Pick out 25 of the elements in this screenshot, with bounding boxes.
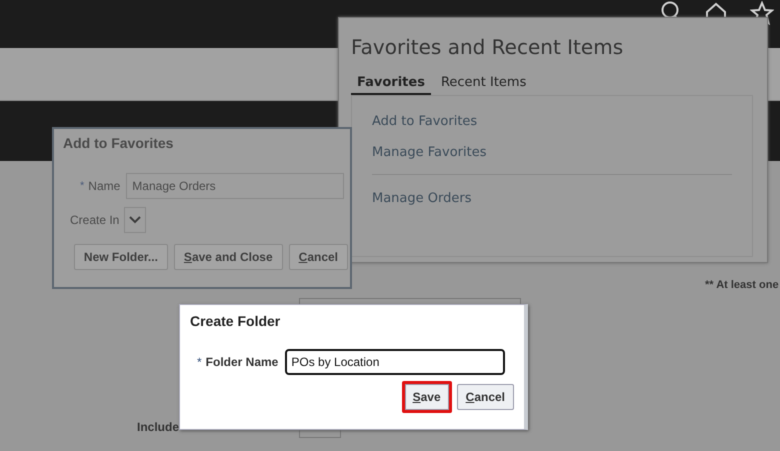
note-text: ** At least one [705, 279, 779, 291]
favorite-link[interactable]: Add to Favorites [372, 114, 732, 129]
tab[interactable]: Favorites [351, 75, 431, 95]
folder-name-field[interactable]: POs by Location [285, 349, 506, 375]
dialog-title: Create Folder [190, 313, 282, 329]
favorite-link[interactable]: Manage Orders [372, 191, 732, 206]
field-label: Folder Name [206, 355, 278, 369]
required-mark: * [197, 355, 202, 369]
dialog-button[interactable]: Cancel [456, 384, 514, 410]
tab[interactable]: Recent Items [434, 75, 532, 95]
field-label: Include [137, 420, 180, 434]
required-mark: * [80, 180, 84, 192]
dialog-button[interactable]: Save [402, 381, 452, 413]
favorite-link[interactable]: Manage Favorites [372, 145, 732, 160]
panel-title: Favorites and Recent Items [351, 35, 624, 59]
chevron-icon [129, 216, 142, 224]
name-field[interactable]: Manage Orders [126, 173, 344, 199]
dialog-button[interactable]: Cancel [288, 244, 348, 270]
dialog-button[interactable]: New Folder... [74, 244, 168, 270]
home-icon[interactable] [704, 1, 728, 17]
dialog-title: Add to Favorites [63, 135, 174, 151]
dropdown-button[interactable] [124, 207, 146, 233]
dialog-button[interactable]: Save and Close [174, 244, 283, 270]
field-label: Name [88, 179, 120, 193]
field-label: Create In [70, 213, 120, 227]
